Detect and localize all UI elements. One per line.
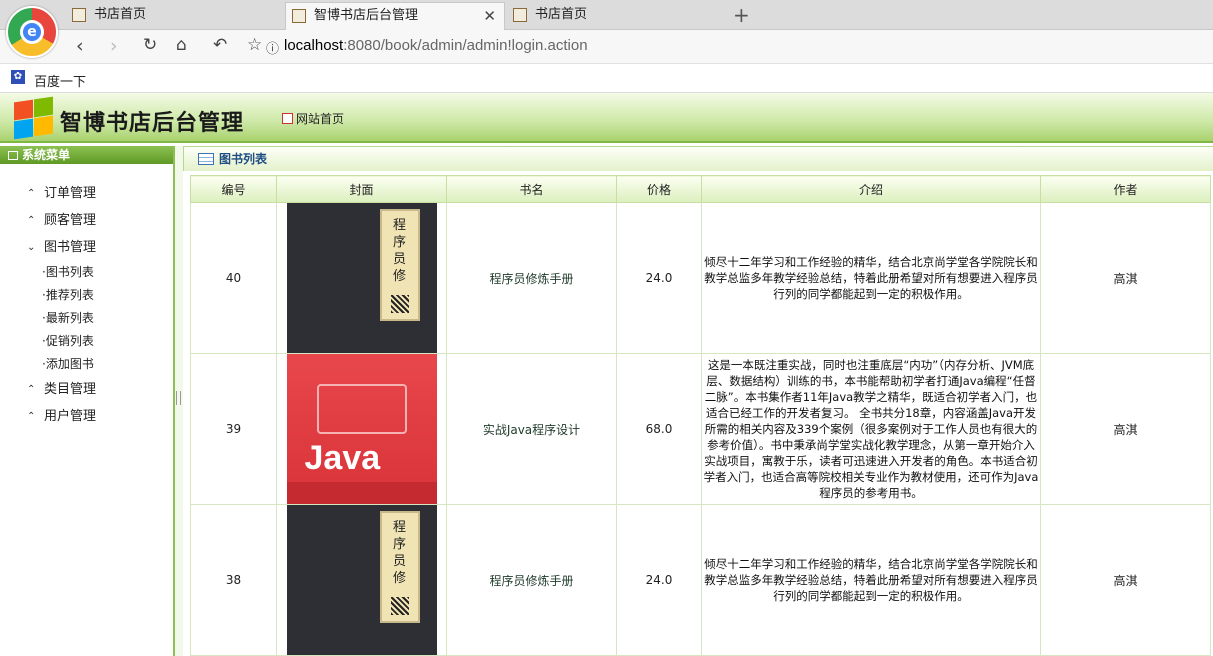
cell-price: 24.0 (616, 202, 702, 354)
cell-cover: 程序员修 (276, 504, 447, 656)
table-icon (198, 153, 214, 165)
sidebar-item-categories[interactable]: ⌃ 类目管理 (0, 376, 173, 403)
col-header-author: 作者 (1040, 175, 1211, 203)
reload-icon[interactable]: ↻ (143, 35, 157, 55)
chevron-up-icon: ⌃ (27, 384, 36, 395)
chevron-up-icon: ⌃ (27, 411, 36, 422)
sidebar-subitem-promotion[interactable]: ·促销列表 (0, 330, 173, 353)
cell-cover: 程序员修 (276, 202, 447, 354)
cell-price: 68.0 (616, 353, 702, 505)
tab-label: 书店首页 (94, 7, 147, 22)
house-icon (282, 113, 293, 124)
sidebar-item-users[interactable]: ⌃ 用户管理 (0, 403, 173, 430)
cell-author: 高淇 (1040, 202, 1211, 354)
chevron-down-icon: ⌄ (27, 242, 36, 253)
tab-bar: 书店首页 智博书店后台管理 ✕ 书店首页 + (0, 0, 1213, 30)
table-row[interactable]: 38 程序员修 程序员修炼手册 24.0 倾尽十二年学习和工作经验的精华，结合北… (190, 504, 1211, 656)
main-panel: 图书列表 编号 封面 书名 价格 介绍 作者 40 程序员修 程序员修炼手册 2… (183, 146, 1213, 656)
site-title: 智博书店后台管理 (60, 111, 245, 136)
sidebar-subitem-newest[interactable]: ·最新列表 (0, 307, 173, 330)
cell-price: 24.0 (616, 504, 702, 656)
sidebar-header: 系统菜单 (0, 146, 173, 164)
info-icon[interactable]: ⓘ (266, 38, 279, 57)
book-table: 编号 封面 书名 价格 介绍 作者 40 程序员修 程序员修炼手册 24.0 倾… (190, 175, 1211, 656)
cell-name: 程序员修炼手册 (446, 202, 617, 354)
panel-header: 图书列表 (183, 146, 1213, 171)
cell-id: 39 (190, 353, 277, 505)
home-icon[interactable]: ⌂ (176, 35, 187, 55)
cell-name: 程序员修炼手册 (446, 504, 617, 656)
col-header-cover: 封面 (276, 175, 447, 203)
browser-tab-3[interactable]: 书店首页 (507, 2, 723, 30)
tab-label: 智博书店后台管理 (314, 8, 419, 23)
browser-tab-2[interactable]: 智博书店后台管理 ✕ (285, 2, 505, 30)
close-tab-icon[interactable]: ✕ (483, 3, 496, 29)
address-bar[interactable]: localhost:8080/book/admin/admin!login.ac… (284, 37, 588, 54)
baidu-paw-icon: ✿ (11, 70, 25, 84)
col-header-id: 编号 (190, 175, 277, 203)
cell-id: 38 (190, 504, 277, 656)
sidebar-item-orders[interactable]: ⌃ 订单管理 (0, 180, 173, 207)
windows-logo-icon (12, 96, 54, 140)
chevron-up-icon: ⌃ (27, 215, 36, 226)
sidebar-item-customers[interactable]: ⌃ 顾客管理 (0, 207, 173, 234)
browser-tab-1[interactable]: 书店首页 (66, 2, 282, 30)
cell-id: 40 (190, 202, 277, 354)
bookmark-baidu[interactable]: 百度一下 (34, 71, 86, 90)
table-row[interactable]: 39 Java 实战Java程序设计 68.0 这是一本既注重实战，同时也注重底… (190, 353, 1211, 505)
sidebar-item-label: 用户管理 (44, 409, 97, 424)
col-header-intro: 介绍 (701, 175, 1041, 203)
bookmarks-bar: ✿ 百度一下 (0, 64, 1213, 93)
sidebar-item-label: 订单管理 (44, 186, 97, 201)
sidebar-title: 系统菜单 (22, 148, 71, 162)
cell-intro: 倾尽十二年学习和工作经验的精华，结合北京尚学堂各学院院长和教学总监多年教学经验总… (701, 504, 1041, 656)
sidebar-subitem-add-book[interactable]: ·添加图书 (0, 353, 173, 376)
table-row[interactable]: 40 程序员修 程序员修炼手册 24.0 倾尽十二年学习和工作经验的精华，结合北… (190, 202, 1211, 354)
address-host: localhost (284, 37, 344, 54)
address-path: :8080/book/admin/admin!login.action (343, 37, 588, 54)
table-header-row: 编号 封面 书名 价格 介绍 作者 (190, 175, 1211, 203)
undo-icon[interactable]: ↶ (213, 35, 227, 55)
edit-icon (8, 151, 18, 160)
browser-chrome: 书店首页 智博书店后台管理 ✕ 书店首页 + e ‹ › ↻ ⌂ ↶ ☆ ⓘ l… (0, 0, 1213, 93)
sidebar-item-label: 图书管理 (44, 240, 97, 255)
new-tab-icon[interactable]: + (733, 3, 750, 27)
splitter-grip-icon[interactable] (176, 391, 181, 405)
cell-cover: Java (276, 353, 447, 505)
col-header-name: 书名 (446, 175, 617, 203)
back-icon[interactable]: ‹ (76, 35, 84, 57)
favicon-icon (72, 8, 86, 22)
panel-title: 图书列表 (219, 152, 268, 166)
admin-header: 智博书店后台管理 网站首页 (0, 93, 1213, 143)
sidebar: 系统菜单 ⌃ 订单管理 ⌃ 顾客管理 ⌄ 图书管理 ·图书列表 ·推荐列表 ·最新列表… (0, 146, 175, 656)
book-cover-image[interactable]: 程序员修 (286, 505, 437, 655)
sidebar-item-label: 类目管理 (44, 382, 97, 397)
home-link[interactable]: 网站首页 (282, 110, 344, 127)
favicon-icon (292, 9, 306, 23)
sidebar-item-books[interactable]: ⌄ 图书管理 (0, 234, 173, 261)
browser-logo-icon[interactable]: e (6, 6, 58, 58)
cell-intro: 倾尽十二年学习和工作经验的精华，结合北京尚学堂各学院院长和教学总监多年教学经验总… (701, 202, 1041, 354)
chevron-up-icon: ⌃ (27, 188, 36, 199)
star-icon[interactable]: ☆ (247, 35, 262, 55)
sidebar-item-label: 顾客管理 (44, 213, 97, 228)
navigation-bar: ‹ › ↻ ⌂ ↶ ☆ ⓘ localhost:8080/book/admin/… (0, 30, 1213, 64)
panel-splitter[interactable] (175, 146, 183, 656)
cell-name: 实战Java程序设计 (446, 353, 617, 505)
cell-author: 高淇 (1040, 353, 1211, 505)
tab-label: 书店首页 (535, 7, 588, 22)
favicon-icon (513, 8, 527, 22)
cell-intro: 这是一本既注重实战，同时也注重底层“内功”（内存分析、JVM底层、数据结构）训练… (701, 353, 1041, 505)
book-cover-image[interactable]: Java (286, 354, 437, 504)
sidebar-subitem-book-list[interactable]: ·图书列表 (0, 261, 173, 284)
book-cover-image[interactable]: 程序员修 (286, 203, 437, 353)
forward-icon[interactable]: › (110, 35, 118, 57)
col-header-price: 价格 (616, 175, 702, 203)
sidebar-subitem-recommended[interactable]: ·推荐列表 (0, 284, 173, 307)
cell-author: 高淇 (1040, 504, 1211, 656)
home-link-label: 网站首页 (296, 112, 345, 126)
sidebar-menu: ⌃ 订单管理 ⌃ 顾客管理 ⌄ 图书管理 ·图书列表 ·推荐列表 ·最新列表 ·促销列… (0, 164, 173, 430)
